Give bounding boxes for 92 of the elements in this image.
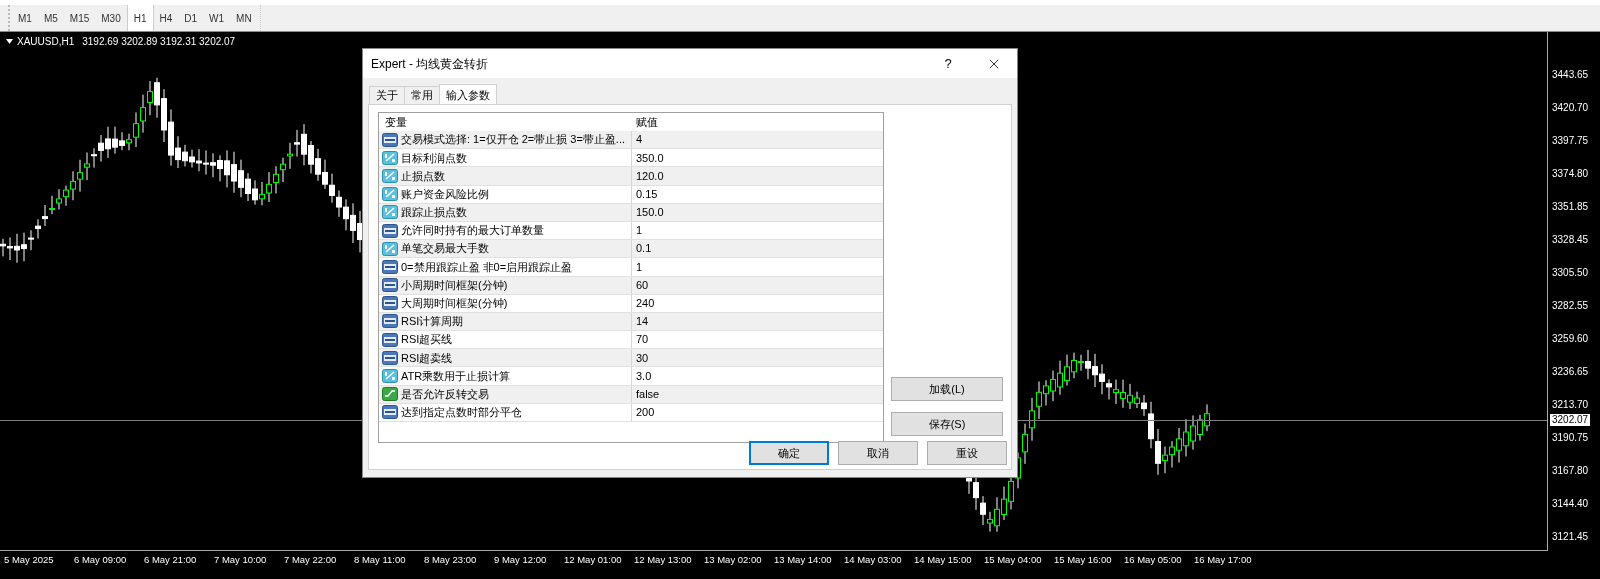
parameter-name: 0=禁用跟踪止盈 非0=启用跟踪止盈: [401, 259, 573, 275]
dropdown-triangle-icon: [6, 39, 13, 44]
parameter-name: 允许同时持有的最大订单数量: [401, 223, 544, 239]
parameter-name: 账户资金风险比例: [401, 186, 489, 202]
time-axis-label: 16 May 17:00: [1194, 553, 1253, 567]
time-axis-label: 12 May 13:00: [634, 553, 693, 567]
dialog-tab[interactable]: 输入参数: [439, 84, 497, 105]
parameter-name: 是否允许反转交易: [401, 386, 489, 402]
price-axis-label: 3190.75: [1552, 432, 1590, 444]
dialog-button[interactable]: 确定: [749, 441, 829, 465]
parameter-value[interactable]: 150.0: [632, 204, 664, 221]
timeframe-button[interactable]: H4: [153, 5, 179, 31]
parameter-name: 单笔交易最大手数: [401, 241, 489, 257]
side-button[interactable]: 保存(S): [891, 412, 1003, 436]
timeframe-button[interactable]: MN: [230, 5, 258, 31]
parameter-name: 跟踪止损点数: [401, 205, 467, 221]
timeframe-button[interactable]: M1: [12, 5, 38, 31]
price-axis-label: 3259.60: [1552, 333, 1590, 345]
parameter-value[interactable]: false: [632, 385, 660, 403]
price-axis-label: 3121.45: [1552, 531, 1590, 543]
price-axis-label: 3144.40: [1552, 498, 1590, 510]
price-axis-label: 3236.65: [1552, 366, 1590, 378]
time-axis-label: 6 May 21:00: [144, 553, 198, 567]
parameter-name: 目标利润点数: [401, 150, 467, 166]
timeframe-button[interactable]: M30: [95, 5, 127, 31]
integer-type-icon: [382, 350, 398, 365]
dialog-button[interactable]: 取消: [838, 441, 918, 465]
parameter-value[interactable]: 3.0: [632, 367, 652, 385]
parameter-value[interactable]: 1: [632, 258, 643, 276]
parameter-value[interactable]: 200: [632, 404, 655, 421]
price-axis-label: 3282.55: [1552, 300, 1590, 312]
parameter-name: 达到指定点数时部分平仓: [401, 405, 522, 421]
time-axis-label: 13 May 02:00: [704, 553, 763, 567]
side-button[interactable]: 加载(L): [891, 377, 1003, 401]
parameter-name: 止损点数: [401, 168, 445, 184]
timeframe-button[interactable]: W1: [203, 5, 231, 31]
time-axis-label: 6 May 09:00: [74, 553, 128, 567]
parameter-name: RSI计算周期: [401, 314, 464, 330]
parameter-value[interactable]: 70: [632, 331, 649, 348]
time-axis-label: 7 May 10:00: [214, 553, 268, 567]
price-axis-label: 3167.80: [1552, 465, 1590, 477]
time-axis-label: 7 May 22:00: [284, 553, 338, 567]
dialog-button[interactable]: 重设: [927, 441, 1007, 465]
time-axis-label: 9 May 12:00: [494, 553, 548, 567]
parameter-value[interactable]: 14: [632, 313, 649, 330]
time-axis-label: 5 May 2025: [4, 553, 55, 567]
parameter-value[interactable]: 4: [632, 131, 643, 148]
parameter-value[interactable]: 1: [632, 222, 643, 239]
parameter-name: RSI超买线: [401, 332, 453, 348]
time-axis-label: 12 May 01:00: [564, 553, 623, 567]
price-axis-label: 3328.45: [1552, 234, 1590, 246]
parameter-value[interactable]: 350.0: [632, 149, 664, 167]
time-axis-label: 8 May 11:00: [354, 553, 407, 567]
column-header: 赋值: [635, 114, 658, 130]
price-axis-label: 3305.50: [1552, 267, 1590, 279]
fraction-type-icon: [382, 241, 398, 256]
column-header: 变量: [384, 114, 408, 130]
integer-type-icon: [382, 132, 398, 147]
parameter-name: ATR乘数用于止损计算: [401, 368, 511, 384]
time-axis-label: 15 May 04:00: [984, 553, 1043, 567]
time-axis-label: 15 May 16:00: [1054, 553, 1113, 567]
price-axis-label: 3213.70: [1552, 399, 1590, 411]
parameter-value[interactable]: 30: [632, 349, 649, 367]
timeframe-button[interactable]: D1: [178, 5, 204, 31]
time-axis-label: 13 May 14:00: [774, 553, 833, 567]
chart-symbol: XAUUSD,H1: [17, 35, 75, 49]
price-axis-label: 3420.70: [1552, 102, 1590, 114]
price-axis-label: 3351.85: [1552, 201, 1590, 213]
parameter-value[interactable]: 60: [632, 276, 649, 294]
time-axis-label: 14 May 03:00: [844, 553, 903, 567]
fraction-type-icon: [382, 168, 398, 183]
parameter-value[interactable]: 120.0: [632, 167, 664, 185]
parameter-name: 大周期时间框架(分钟): [401, 296, 508, 312]
window-title: Expert - 均线黄金转折: [371, 55, 490, 73]
price-axis-label: 3374.80: [1552, 168, 1590, 180]
chart-quote: 3192.69 3202.89 3192.31 3202.07: [82, 35, 236, 49]
time-axis-label: 8 May 23:00: [424, 553, 478, 567]
timeframe-button[interactable]: M5: [37, 5, 64, 31]
price-axis-label: 3397.75: [1552, 135, 1590, 147]
timeframe-button[interactable]: H1: [126, 5, 154, 31]
parameter-value[interactable]: 0.15: [632, 185, 658, 203]
parameter-name: RSI超卖线: [401, 350, 453, 366]
price-axis-label: 3443.65: [1552, 69, 1590, 81]
current-price-tag: 3202.07: [1550, 414, 1591, 426]
parameter-value[interactable]: 240: [632, 295, 655, 312]
timeframe-button[interactable]: M15: [63, 5, 96, 31]
time-axis-label: 16 May 05:00: [1124, 553, 1183, 567]
parameter-name: 小周期时间框架(分钟): [401, 277, 508, 293]
parameter-value[interactable]: 0.1: [632, 240, 652, 257]
time-axis-label: 14 May 15:00: [914, 553, 973, 567]
parameter-name: 交易模式选择: 1=仅开仓 2=带止损 3=带止盈...: [401, 132, 626, 148]
help-button[interactable]: ?: [925, 49, 971, 78]
